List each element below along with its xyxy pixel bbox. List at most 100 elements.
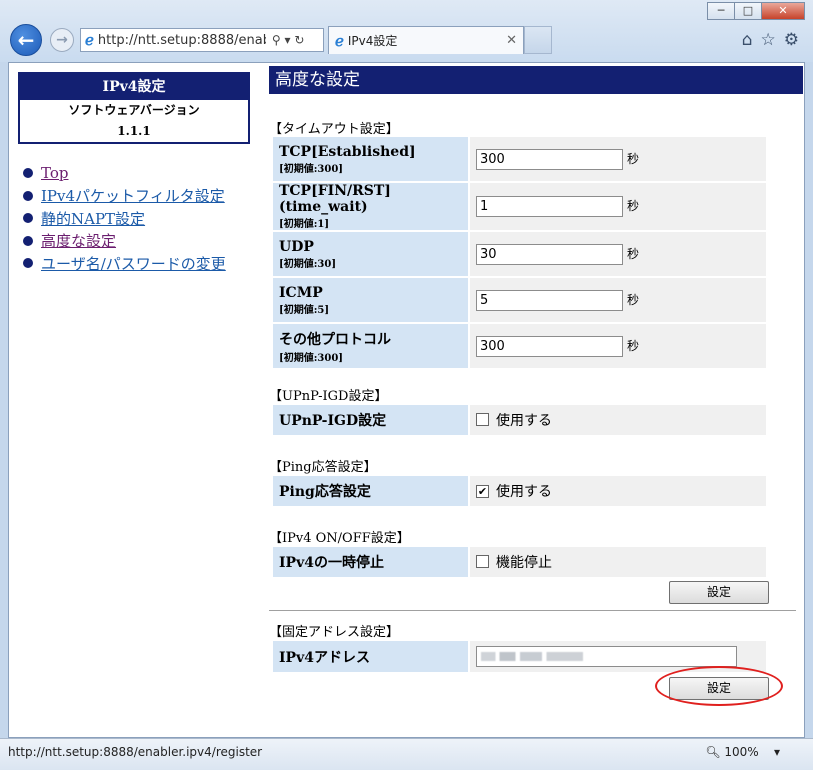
sidebar-item-static-napt: 静的NAPT設定 (19, 207, 226, 230)
ie-icon: ℯ (85, 31, 94, 49)
setting-label: TCP[Established] [初期値:300] (273, 137, 468, 181)
software-version-label: ソフトウェアバージョン (68, 103, 200, 117)
sidebar-nav: Top IPv4パケットフィルタ設定 静的NAPT設定 高度な設定 ユーザ名/パ… (19, 162, 226, 275)
address-url[interactable]: http://ntt.setup:8888/enabl (98, 33, 266, 48)
bullet-icon (23, 258, 33, 269)
forward-button[interactable]: → (50, 28, 74, 52)
unit-label: 秒 (627, 338, 640, 353)
bullet-icon (23, 190, 33, 201)
checkbox-empty-icon (476, 555, 489, 569)
upnp-checkbox[interactable]: 使用する (476, 410, 552, 430)
tab-close-icon[interactable]: ✕ (506, 33, 517, 48)
ipv4-pause-checkbox[interactable]: 機能停止 (476, 552, 552, 572)
table-row: その他プロトコル[初期値:300] 秒 (273, 324, 766, 368)
ipv4-pause-label: IPv4の一時停止 (273, 547, 468, 577)
bullet-icon (23, 213, 33, 224)
favorites-star-icon[interactable]: ☆ (761, 30, 776, 50)
maximize-button[interactable]: □ (734, 2, 762, 20)
checkbox-checked-icon: ✔ (476, 484, 489, 498)
sidebar-item-top: Top (19, 162, 226, 185)
ping-checkbox[interactable]: ✔ 使用する (476, 481, 552, 501)
zoom-icon: 🔍︎ (705, 745, 721, 759)
setting-label: ICMP [初期値:5] (273, 278, 468, 322)
setting-label: その他プロトコル [初期値:300] (273, 324, 468, 368)
table-row: ICMP[初期値:5] 秒 (273, 278, 766, 322)
sidebar-item-packet-filter: IPv4パケットフィルタ設定 (19, 185, 226, 208)
divider (269, 610, 796, 611)
udp-input[interactable] (476, 243, 623, 265)
arrow-right-icon: → (56, 32, 68, 48)
ping-heading: 【Ping応答設定】 (269, 460, 377, 475)
ping-table: Ping応答設定 ✔ 使用する (271, 474, 768, 508)
address-bar[interactable]: ℯ http://ntt.setup:8888/enabl ⚲ ▾ ↻ (80, 28, 324, 52)
nav-link-top[interactable]: Top (41, 164, 68, 182)
ipv4-address-input[interactable] (476, 646, 737, 667)
unit-label: 秒 (627, 151, 640, 166)
icmp-input[interactable] (476, 289, 623, 311)
software-version: 1.1.1 (117, 124, 151, 138)
nav-link-static-napt[interactable]: 静的NAPT設定 (41, 208, 145, 229)
zoom-control[interactable]: 🔍︎ 100% ▾ (705, 745, 780, 759)
setting-label: UDP [初期値:30] (273, 232, 468, 276)
fixed-address-heading: 【固定アドレス設定】 (269, 625, 400, 640)
tab-ie-icon: ℯ (335, 31, 344, 50)
redacted-address (481, 652, 583, 661)
browser-tab[interactable]: ℯ IPv4設定 ✕ (328, 26, 524, 54)
new-tab-button[interactable] (524, 26, 552, 54)
tab-title: IPv4設定 (347, 34, 398, 48)
table-row: UPnP-IGD設定 使用する (273, 405, 766, 435)
info-box: IPv4設定 ソフトウェアバージョン 1.1.1 (18, 72, 250, 144)
back-button[interactable]: ← (10, 24, 42, 56)
other-protocol-input[interactable] (476, 335, 623, 357)
bullet-icon (23, 168, 33, 179)
status-bar: http://ntt.setup:8888/enabler.ipv4/regis… (0, 738, 813, 770)
page-viewport: IPv4設定 ソフトウェアバージョン 1.1.1 Top IPv4パケットフィル… (8, 62, 805, 738)
unit-label: 秒 (627, 292, 640, 307)
ipv4-onoff-heading: 【IPv4 ON/OFF設定】 (269, 531, 410, 546)
setting-value: 秒 (470, 232, 766, 276)
setting-value: 使用する (470, 405, 766, 435)
ipv4-onoff-table: IPv4の一時停止 機能停止 (271, 545, 768, 579)
apply-settings-button[interactable]: 設定 (669, 581, 769, 604)
status-url: http://ntt.setup:8888/enabler.ipv4/regis… (8, 745, 263, 759)
page-title: 高度な設定 (269, 66, 803, 94)
unit-label: 秒 (627, 199, 640, 213)
nav-link-advanced[interactable]: 高度な設定 (41, 230, 116, 251)
browser-chrome: ─ □ ✕ ← → ℯ http://ntt.setup:8888/enabl … (0, 0, 813, 62)
setting-value: 秒 (470, 183, 766, 230)
zoom-level: 100% (724, 745, 759, 759)
table-row: TCP[Established][初期値:300] 秒 (273, 137, 766, 181)
gear-icon[interactable]: ⚙ (784, 30, 799, 50)
close-button[interactable]: ✕ (761, 2, 805, 20)
table-row: IPv4の一時停止 機能停止 (273, 547, 766, 577)
upnp-table: UPnP-IGD設定 使用する (271, 403, 768, 437)
bullet-icon (23, 235, 33, 246)
setting-label: TCP[FIN/RST](time_wait) [初期値:1] (273, 183, 468, 230)
ipv4-address-label: IPv4アドレス (273, 641, 468, 672)
tcp-established-input[interactable] (476, 148, 623, 170)
nav-link-credentials[interactable]: ユーザ名/パスワードの変更 (41, 253, 226, 274)
highlight-oval (655, 666, 783, 706)
nav-link-packet-filter[interactable]: IPv4パケットフィルタ設定 (41, 185, 225, 206)
unit-label: 秒 (627, 246, 640, 261)
checkbox-empty-icon (476, 413, 489, 427)
address-controls[interactable]: ⚲ ▾ ↻ (272, 33, 305, 47)
setting-value: ✔ 使用する (470, 476, 766, 506)
window-controls: ─ □ ✕ (707, 2, 805, 20)
tcp-finrst-input[interactable] (476, 196, 623, 217)
setting-value: 秒 (470, 324, 766, 368)
info-box-title: IPv4設定 (20, 74, 248, 100)
timeout-table: TCP[Established][初期値:300] 秒 TCP[FIN/RST]… (271, 135, 768, 370)
minimize-button[interactable]: ─ (707, 2, 735, 20)
setting-value: 機能停止 (470, 547, 766, 577)
table-row: TCP[FIN/RST](time_wait)[初期値:1] 秒 (273, 183, 766, 230)
table-row: Ping応答設定 ✔ 使用する (273, 476, 766, 506)
sidebar-item-credentials: ユーザ名/パスワードの変更 (19, 252, 226, 275)
home-icon[interactable]: ⌂ (742, 30, 753, 50)
sidebar-item-advanced: 高度な設定 (19, 230, 226, 253)
ping-label: Ping応答設定 (273, 476, 468, 506)
setting-value: 秒 (470, 137, 766, 181)
upnp-heading: 【UPnP-IGD設定】 (269, 389, 388, 404)
table-row: UDP[初期値:30] 秒 (273, 232, 766, 276)
arrow-left-icon: ← (17, 28, 35, 52)
